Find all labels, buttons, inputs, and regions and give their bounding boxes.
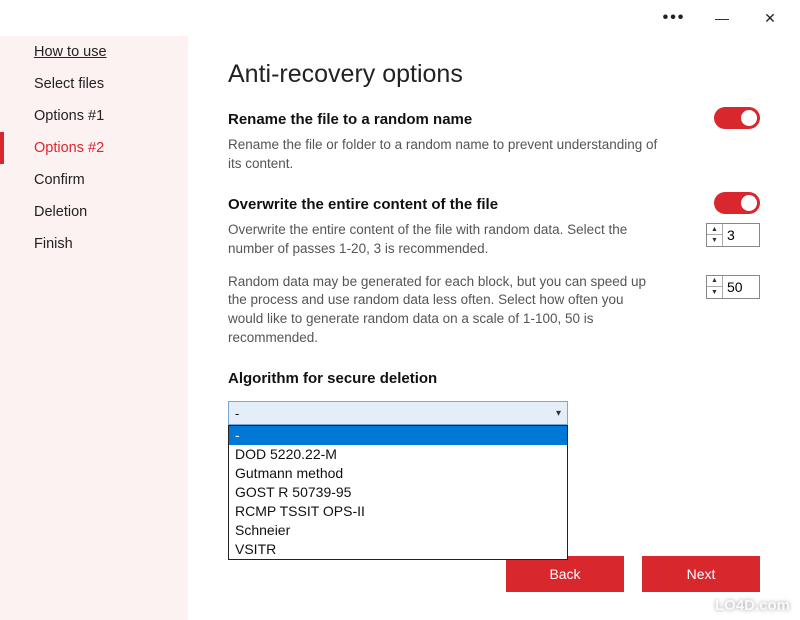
sidebar-item-howto[interactable]: How to use: [0, 36, 188, 68]
overwrite-section: Overwrite the entire content of the file…: [228, 196, 760, 348]
algorithm-option[interactable]: DOD 5220.22-M: [229, 445, 567, 464]
randomdata-value[interactable]: 50: [723, 276, 759, 298]
algorithm-option[interactable]: Schneier: [229, 521, 567, 540]
sidebar-item-finish[interactable]: Finish: [0, 228, 188, 260]
sidebar-item-confirm[interactable]: Confirm: [0, 164, 188, 196]
sidebar-item-options2[interactable]: Options #2: [0, 132, 188, 164]
algorithm-option[interactable]: GOST R 50739-95: [229, 483, 567, 502]
overwrite-toggle[interactable]: [714, 192, 760, 214]
back-button[interactable]: Back: [506, 556, 624, 592]
spinner-arrows: ▲ ▼: [707, 224, 723, 246]
algorithm-dropdown[interactable]: - ▾ - DOD 5220.22-M Gutmann method GOST …: [228, 401, 568, 425]
toggle-knob: [741, 195, 757, 211]
more-button[interactable]: •••: [652, 3, 696, 33]
main-panel: Anti-recovery options Rename the file to…: [188, 36, 800, 620]
spinner-arrows: ▲ ▼: [707, 276, 723, 298]
sidebar-item-deletion[interactable]: Deletion: [0, 196, 188, 228]
wizard-footer-buttons: Back Next: [506, 556, 760, 592]
spinner-down-icon[interactable]: ▼: [707, 235, 722, 246]
passes-spinner[interactable]: ▲ ▼ 3: [706, 223, 760, 247]
app-window: ••• — ✕ How to use Select files Options …: [0, 0, 800, 620]
chevron-down-icon: ▾: [556, 408, 561, 419]
watermark: LO4D.com: [691, 596, 790, 614]
algorithm-dropdown-button[interactable]: - ▾: [228, 401, 568, 425]
algorithm-heading: Algorithm for secure deletion: [228, 370, 760, 387]
rename-section: Rename the file to a random name Rename …: [228, 111, 760, 174]
randomdata-spinner[interactable]: ▲ ▼ 50: [706, 275, 760, 299]
passes-value[interactable]: 3: [723, 224, 759, 246]
algorithm-option[interactable]: VSITR: [229, 540, 567, 559]
algorithm-option[interactable]: RCMP TSSIT OPS-II: [229, 502, 567, 521]
window-titlebar: ••• — ✕: [0, 0, 800, 36]
sidebar-item-options1[interactable]: Options #1: [0, 100, 188, 132]
toggle-knob: [741, 110, 757, 126]
wizard-sidebar: How to use Select files Options #1 Optio…: [0, 36, 188, 620]
watermark-logo-icon: [691, 596, 709, 614]
spinner-up-icon[interactable]: ▲: [707, 276, 722, 288]
watermark-text: LO4D.com: [715, 597, 790, 614]
algorithm-dropdown-list: - DOD 5220.22-M Gutmann method GOST R 50…: [228, 425, 568, 560]
algorithm-option[interactable]: -: [229, 426, 567, 445]
minimize-button[interactable]: —: [700, 3, 744, 33]
overwrite-heading: Overwrite the entire content of the file: [228, 196, 760, 213]
rename-heading: Rename the file to a random name: [228, 111, 760, 128]
next-button[interactable]: Next: [642, 556, 760, 592]
close-button[interactable]: ✕: [748, 3, 792, 33]
rename-desc: Rename the file or folder to a random na…: [228, 136, 658, 174]
overwrite-desc: Overwrite the entire content of the file…: [228, 221, 658, 259]
window-body: How to use Select files Options #1 Optio…: [0, 36, 800, 620]
rename-toggle[interactable]: [714, 107, 760, 129]
spinner-down-icon[interactable]: ▼: [707, 287, 722, 298]
randomdata-desc: Random data may be generated for each bl…: [228, 273, 658, 349]
page-title: Anti-recovery options: [228, 60, 760, 89]
spinner-up-icon[interactable]: ▲: [707, 224, 722, 236]
algorithm-option[interactable]: Gutmann method: [229, 464, 567, 483]
algorithm-selected-value: -: [235, 406, 239, 421]
sidebar-item-select-files[interactable]: Select files: [0, 68, 188, 100]
